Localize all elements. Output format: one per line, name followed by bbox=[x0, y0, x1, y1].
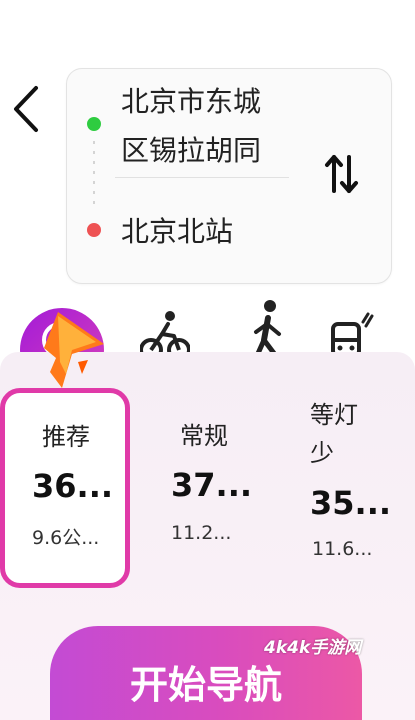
origin-input[interactable]: 北京市东城区锡拉胡同 bbox=[121, 77, 285, 175]
route-connector bbox=[93, 141, 95, 211]
option-time: 35... bbox=[310, 484, 391, 522]
option-time: 37... bbox=[171, 466, 252, 504]
swap-arrows-icon bbox=[325, 155, 358, 193]
route-option-fewer-lights[interactable]: 等灯少 35... 11.6... bbox=[300, 388, 400, 578]
option-label: 常规 bbox=[180, 422, 228, 450]
option-time: 36... bbox=[32, 467, 113, 505]
back-button[interactable] bbox=[8, 84, 44, 134]
route-option-regular[interactable]: 常规 37... 11.2... bbox=[160, 396, 270, 576]
option-label: 等灯少 bbox=[310, 401, 358, 467]
option-distance: 9.6公... bbox=[32, 527, 100, 549]
destination-dot bbox=[87, 223, 101, 237]
chevron-left-icon bbox=[14, 86, 38, 132]
option-distance: 11.6... bbox=[312, 538, 373, 560]
origin-dot bbox=[87, 117, 101, 131]
option-distance: 11.2... bbox=[171, 522, 232, 544]
pointer-icon bbox=[44, 312, 104, 388]
swap-button[interactable] bbox=[321, 149, 361, 199]
option-label: 推荐 bbox=[42, 423, 90, 451]
destination-input[interactable]: 北京北站 bbox=[121, 209, 301, 255]
start-navigation-label: 开始导航 bbox=[129, 663, 282, 707]
watermark: 4k4k手游网 bbox=[264, 638, 362, 658]
route-card: 北京市东城区锡拉胡同 北京北站 bbox=[66, 68, 392, 284]
divider bbox=[115, 177, 289, 178]
route-option-recommended[interactable]: 推荐 36... 9.6公... bbox=[0, 388, 130, 588]
